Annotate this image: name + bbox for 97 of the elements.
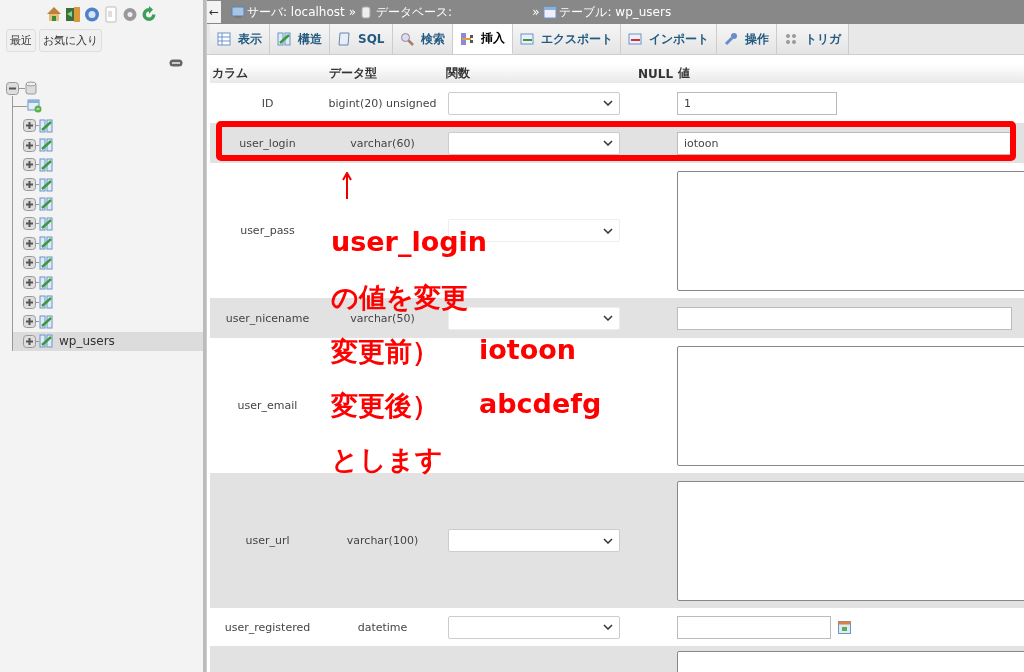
column-header: NULL [637, 66, 675, 81]
data-type: varchar(60) [350, 136, 415, 150]
table-icon [39, 236, 53, 251]
column-name: user_nicename [225, 311, 310, 325]
column-name: ID [261, 96, 274, 110]
value-field[interactable]: 1 [677, 91, 837, 115]
document-icon[interactable] [103, 6, 119, 23]
table-icon [39, 216, 53, 231]
column-header: 関数 [445, 65, 471, 82]
expand-icon [23, 197, 36, 211]
value-field[interactable] [677, 306, 1012, 330]
wrench-icon [723, 32, 738, 46]
breadcrumb-link[interactable]: サーバ: localhost [231, 3, 345, 21]
expand-icon [23, 236, 36, 250]
new-table-icon [27, 99, 42, 113]
link-icon[interactable] [169, 59, 183, 67]
annotation-text: 変更後） [331, 389, 439, 423]
table-icon [39, 275, 53, 290]
expand-icon [23, 315, 36, 329]
breadcrumb-link[interactable]: テーブル: wp_users [543, 3, 672, 21]
refresh-icon[interactable] [141, 6, 157, 23]
expand-icon [23, 217, 36, 231]
annotation-text: とします [331, 443, 443, 477]
exit-icon[interactable] [65, 6, 81, 23]
column-header: 値 [677, 65, 691, 82]
annotation-text: 変更前） [331, 335, 439, 369]
expand-icon [23, 119, 36, 133]
table-icon [543, 5, 558, 19]
chevron-icon [603, 315, 613, 321]
table-icon [39, 118, 53, 133]
annotation-value: abcdefg [479, 388, 602, 419]
table-icon [39, 334, 53, 349]
tab[interactable]: 挿入 [452, 24, 513, 54]
sidebar-tab-button[interactable]: 最近 [6, 29, 36, 52]
tab[interactable]: トリガ [776, 24, 849, 54]
calendar-icon[interactable] [838, 620, 851, 634]
search-icon [399, 32, 414, 46]
column-name: user_registered [224, 620, 311, 634]
tab[interactable]: インポート [620, 24, 717, 54]
trigger-icon [783, 32, 798, 46]
server-icon [231, 5, 245, 19]
expand-icon [23, 178, 36, 192]
expand-icon [23, 276, 36, 290]
expand-icon [23, 256, 36, 270]
column-name: user_pass [240, 224, 295, 237]
tab[interactable]: 検索 [392, 24, 453, 54]
column-header: データ型 [328, 65, 378, 82]
insert-icon [459, 31, 474, 46]
structure-icon [277, 32, 291, 46]
sidebar-tab-button[interactable]: お気に入り [39, 29, 102, 52]
tab[interactable]: SQL [330, 24, 393, 54]
tab[interactable]: 表示 [210, 24, 270, 54]
chevron-icon [603, 140, 613, 146]
table-icon [217, 32, 231, 46]
separator: » [532, 5, 540, 19]
table-icon [39, 177, 53, 192]
data-type: datetime [357, 620, 408, 634]
tree-item[interactable]: wp_users [13, 331, 203, 352]
column-name: user_login [239, 136, 296, 150]
chevron-icon [603, 624, 613, 630]
column-header: カラム [211, 65, 249, 82]
breadcrumb-link[interactable]: データベース: [360, 3, 453, 21]
tab[interactable]: エクスポート [512, 24, 621, 54]
chevron-icon [603, 100, 613, 106]
home-icon[interactable] [46, 6, 62, 23]
import-icon [627, 32, 642, 46]
annotation-text: user_login [331, 226, 488, 257]
document-icon [337, 32, 351, 46]
expand-icon [23, 158, 36, 172]
collapse-icon[interactable] [6, 81, 19, 95]
tab[interactable]: 構造 [270, 24, 330, 54]
export-icon [519, 32, 534, 46]
annotation-value: iotoon [479, 334, 577, 365]
data-type: varchar(100) [346, 534, 419, 547]
column-name: user_url [245, 534, 290, 547]
chevron-icon [603, 227, 613, 234]
arrow-icon [342, 172, 352, 200]
tab[interactable]: 操作 [716, 24, 777, 54]
value-field[interactable] [677, 615, 831, 639]
table-icon [39, 314, 53, 329]
separator: » [348, 5, 357, 19]
data-type: varchar(50) [350, 311, 415, 325]
chevron-icon [603, 537, 613, 544]
annotation-text: の値を変更 [331, 281, 468, 314]
value-field[interactable]: iotoon [677, 131, 1012, 155]
table-icon [39, 158, 53, 172]
expand-icon [23, 334, 36, 348]
data-type: bigint(20) unsigned [328, 96, 437, 110]
table-icon [39, 295, 53, 310]
table-icon [39, 255, 53, 270]
expand-icon [23, 295, 36, 309]
help-icon[interactable] [84, 6, 100, 23]
table-icon [39, 138, 53, 153]
settings-icon[interactable] [122, 6, 138, 23]
column-name: user_email [237, 399, 298, 412]
table-icon [39, 197, 53, 212]
expand-icon [23, 138, 36, 152]
